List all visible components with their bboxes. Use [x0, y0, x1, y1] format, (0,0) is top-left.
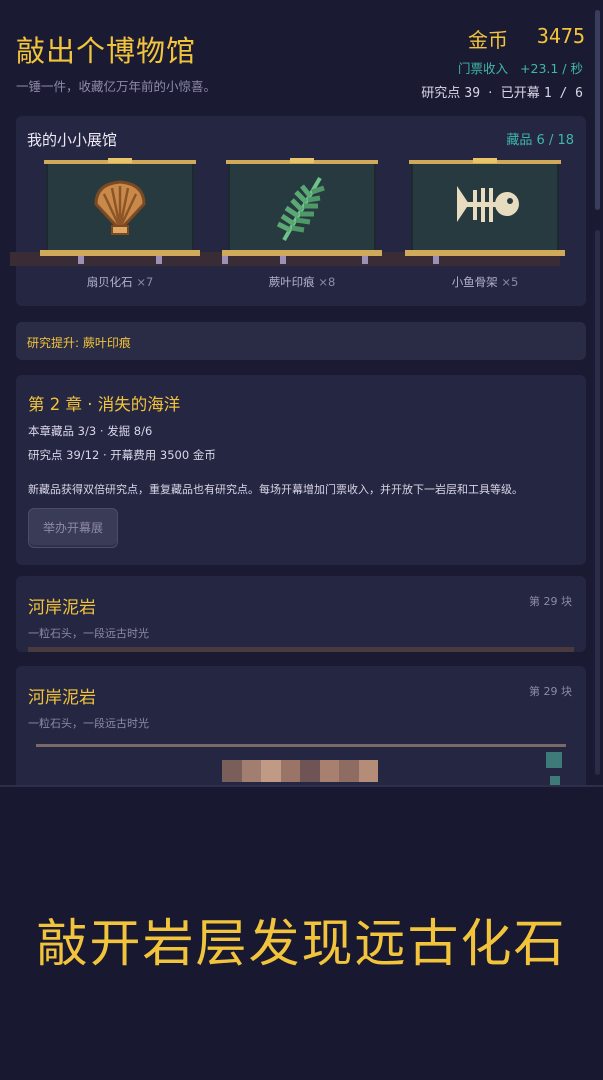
research-label: 研究点 — [421, 86, 461, 101]
case-knob — [290, 158, 314, 163]
case-foot — [280, 256, 286, 264]
block-number: 第 29 块 — [529, 685, 572, 698]
stratum-subtitle: 一粒石头，一段远古时光 — [28, 717, 149, 730]
case-name: 蕨叶印痕 — [268, 275, 315, 289]
exhibit-value: 1 / 6 — [543, 86, 583, 101]
rock-tile[interactable] — [222, 760, 242, 782]
case-base — [40, 250, 200, 256]
case-foot — [78, 256, 84, 264]
case-knob — [108, 158, 132, 163]
stratum-card[interactable]: 河岸泥岩 第 29 块 一粒石头，一段远古时光 — [16, 576, 586, 652]
rock-layer — [36, 744, 566, 747]
chapter-description: 新藏品获得双倍研究点，重复藏品也有研究点。每场开幕增加门票收入，并开放下一岩层和… — [28, 483, 523, 496]
stratum-card[interactable]: 河岸泥岩 第 29 块 一粒石头，一段远古时光 — [16, 666, 586, 785]
case-foot — [222, 256, 228, 264]
case-foot — [362, 256, 368, 264]
case-count: ×7 — [136, 275, 154, 289]
gold-label: 金币 — [468, 28, 508, 52]
gold-value: 3475 — [536, 24, 585, 48]
scrollbar-thumb[interactable] — [595, 10, 600, 210]
research-value: 39 — [464, 86, 481, 101]
block-number: 第 29 块 — [529, 595, 572, 608]
rock-tile[interactable] — [261, 760, 281, 782]
chapter-cost: 研究点 39/12 · 开幕费用 3500 金币 — [28, 448, 216, 462]
income-label: 门票收入 — [458, 61, 509, 76]
income-readout: 门票收入 +23.1 / 秒 — [458, 58, 583, 77]
case-knob — [473, 158, 497, 163]
rock-tile[interactable] — [280, 760, 300, 782]
scrollbar-track[interactable] — [595, 230, 600, 775]
game-screen: 敲出个博物馆 一锤一件，收藏亿万年前的小惊喜。 金币 3475 门票收入 +23.… — [0, 0, 603, 785]
case-label: 小鱼骨架 ×5 — [395, 274, 575, 290]
research-status: 研究点 39 · 已开幕 1 / 6 — [421, 82, 583, 101]
miner-robot-icon — [550, 776, 560, 785]
display-case-scallop[interactable] — [40, 158, 200, 264]
case-name: 扇贝化石 — [86, 275, 133, 289]
chapter-panel: 第 2 章 · 消失的海洋 本章藏品 3/3 · 发掘 8/6 研究点 39/1… — [16, 375, 586, 565]
game-subtitle: 一锤一件，收藏亿万年前的小惊喜。 — [16, 79, 217, 94]
display-case-fern[interactable] — [222, 158, 382, 264]
case-count: ×8 — [318, 275, 336, 289]
promo-banner: 敲开岩层发现远古化石 — [0, 785, 603, 1080]
collection-count: 藏品 6 / 18 — [506, 133, 574, 148]
stratum-subtitle: 一粒石头，一段远古时光 — [28, 627, 149, 640]
case-base — [222, 250, 382, 256]
case-foot — [156, 256, 162, 264]
chapter-progress: 本章藏品 3/3 · 发掘 8/6 — [28, 424, 153, 438]
separator: · — [488, 86, 493, 101]
open-exhibition-button[interactable]: 举办开幕展 — [28, 508, 118, 548]
income-value: +23.1 / 秒 — [520, 61, 583, 76]
stratum-name: 河岸泥岩 — [28, 598, 96, 618]
game-title: 敲出个博物馆 — [16, 34, 197, 68]
rock-tile[interactable] — [241, 760, 261, 782]
research-boost-bar: 研究提升: 蕨叶印痕 — [16, 322, 586, 360]
case-count: ×5 — [501, 275, 519, 289]
promo-banner-text: 敲开岩层发现远古化石 — [36, 915, 567, 974]
fern-imprint-icon — [276, 176, 325, 242]
exhibit-label: 已开幕 — [500, 86, 540, 101]
museum-title: 我的小小展馆 — [27, 131, 118, 149]
chapter-title: 第 2 章 · 消失的海洋 — [28, 395, 181, 414]
case-label: 扇贝化石 ×7 — [30, 274, 210, 290]
stratum-name: 河岸泥岩 — [28, 688, 96, 708]
case-label: 蕨叶印痕 ×8 — [212, 274, 392, 290]
research-boost-text: 研究提升: 蕨叶印痕 — [27, 336, 131, 350]
display-case-fish[interactable] — [405, 158, 565, 264]
case-foot — [433, 256, 439, 264]
case-base — [405, 250, 565, 256]
rock-tile[interactable] — [339, 760, 359, 782]
scallop-fossil-icon — [94, 180, 146, 235]
fish-skeleton-icon — [457, 186, 519, 222]
rock-tile[interactable] — [358, 760, 378, 782]
case-name: 小鱼骨架 — [451, 275, 498, 289]
miner-robot-icon — [546, 752, 562, 768]
rock-layer — [28, 647, 574, 652]
rock-tile[interactable] — [319, 760, 339, 782]
rock-tile[interactable] — [300, 760, 320, 782]
